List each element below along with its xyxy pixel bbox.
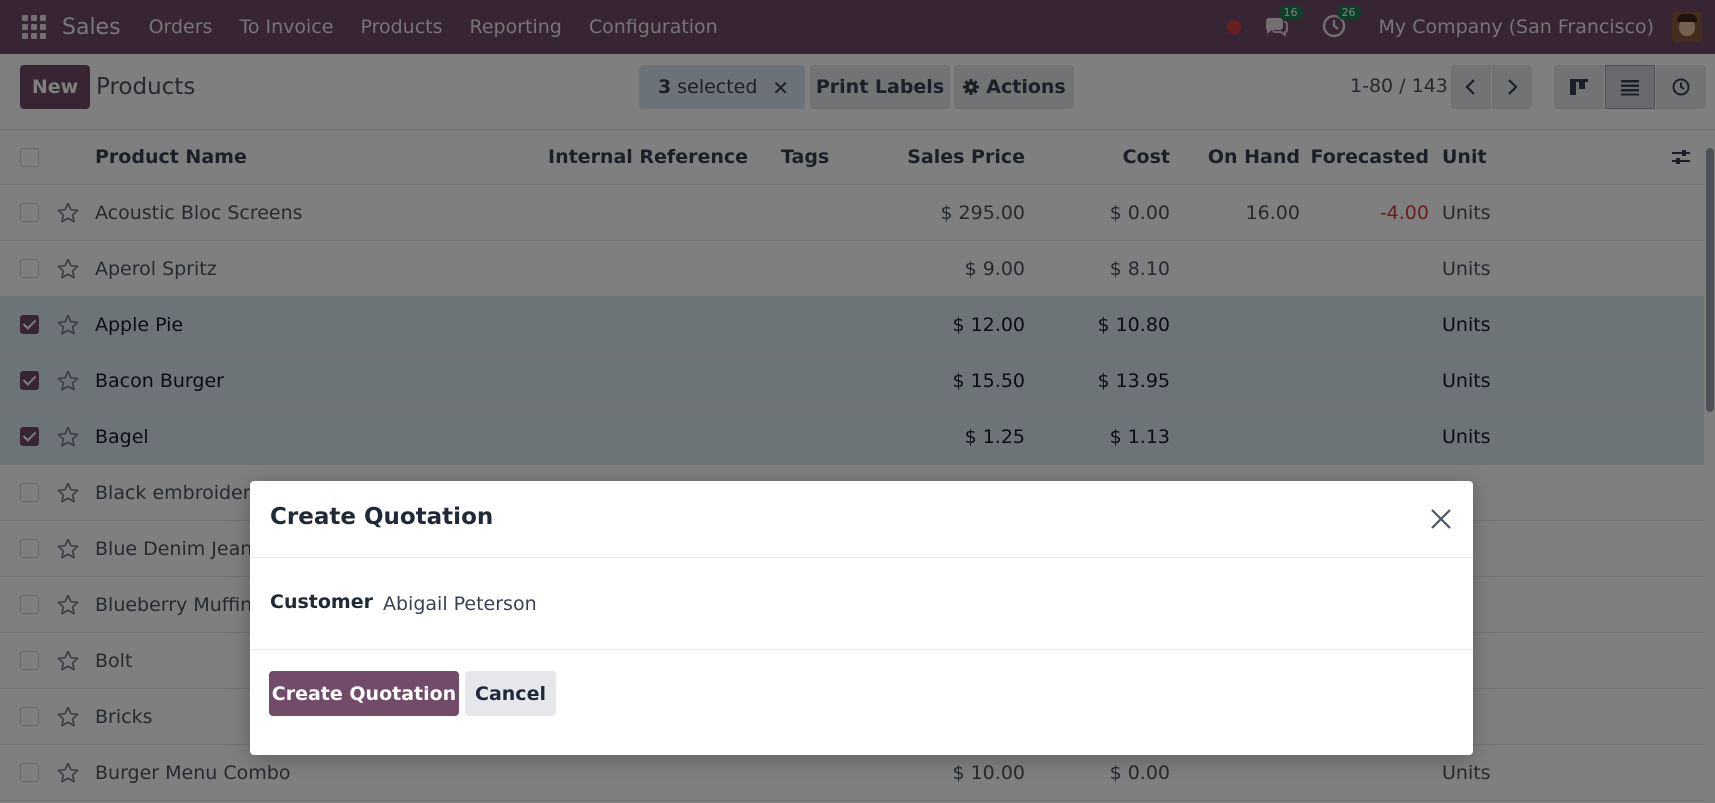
cancel-button[interactable]: Cancel [465,671,556,716]
dialog-footer: Create Quotation Cancel [250,650,1473,755]
dialog-title: Create Quotation [270,504,494,530]
create-quotation-button[interactable]: Create Quotation [269,671,459,716]
customer-field[interactable]: Abigail Peterson [383,593,537,615]
dialog-header: Create Quotation [250,481,1473,558]
create-quotation-dialog: Create Quotation Customer Abigail Peters… [250,481,1473,755]
close-icon[interactable] [1427,505,1455,533]
customer-label: Customer [270,591,373,613]
dialog-body: Customer Abigail Peterson [250,558,1473,650]
